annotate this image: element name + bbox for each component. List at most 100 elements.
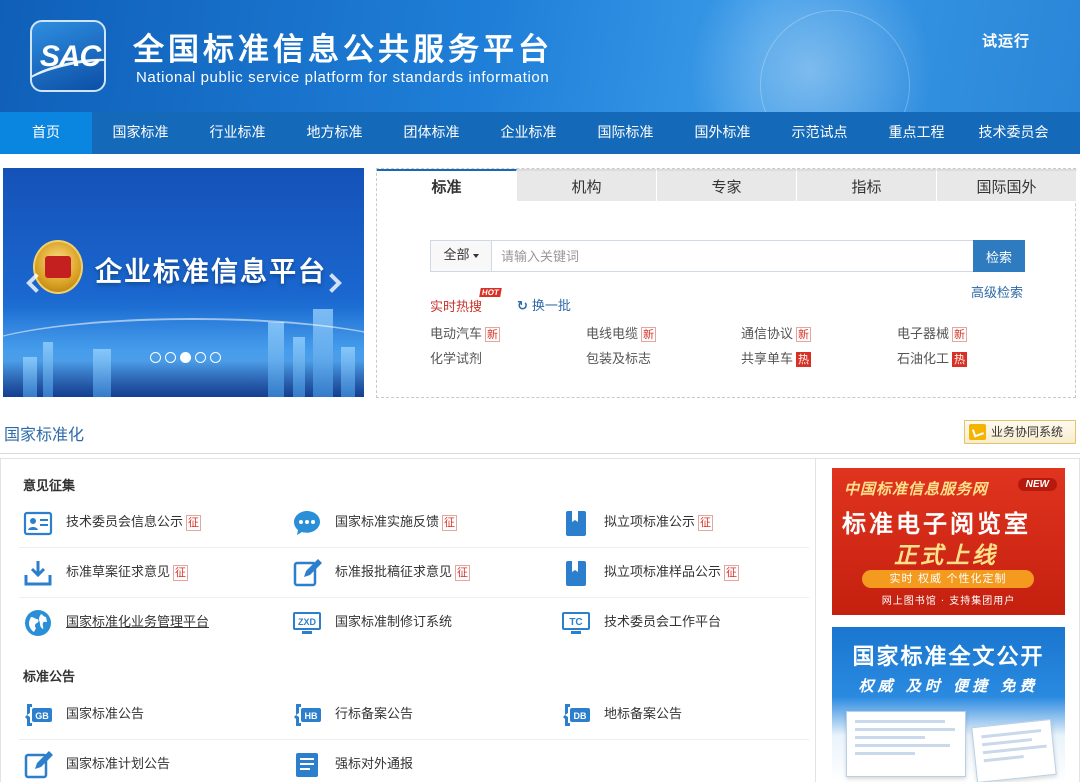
link-label: 国家标准公告 [66, 707, 145, 722]
link-wto-notice[interactable]: 强标对外通报 [292, 750, 413, 780]
group-title-opinion: 意见征集 [23, 479, 76, 494]
link-label: 强标对外通报 [335, 757, 414, 772]
hot-item[interactable]: 电子器械新 [897, 323, 968, 342]
nav-item-foreign[interactable]: 国外标准 [674, 112, 771, 154]
link-hb-notice[interactable]: HB 行标备案公告 [292, 700, 413, 730]
link-tc-platform[interactable]: TC 技术委员会工作平台 [561, 608, 721, 638]
carousel-dots [150, 352, 221, 363]
advanced-search-link[interactable]: 高级检索 [971, 282, 1023, 301]
hot-item[interactable]: 石油化工热 [897, 348, 968, 367]
svg-text:HB: HB [305, 711, 318, 721]
link-approval-opinion[interactable]: 标准报批稿征求意见征 [292, 558, 471, 588]
ad-reader-pill: 实时 权威 个性化定制 [862, 570, 1034, 588]
sac-logo[interactable]: SAC [30, 20, 106, 92]
scope-label: 全部 [443, 248, 470, 263]
svg-text:TC: TC [569, 617, 582, 628]
refresh-icon: ↻ [517, 299, 528, 314]
nav-item-enterprise[interactable]: 企业标准 [480, 112, 577, 154]
hot-tag: 热 [796, 352, 812, 367]
solicit-tag: 征 [442, 514, 458, 531]
link-label: 行标备案公告 [335, 707, 414, 722]
new-tag: 新 [952, 327, 968, 342]
hot-item-text: 电线电缆 [586, 327, 639, 342]
hot-item-text: 通信协议 [741, 327, 794, 342]
link-mgmt-platform[interactable]: 国家标准化业务管理平台 [23, 608, 209, 638]
hot-item[interactable]: 包装及标志 [586, 348, 651, 367]
carousel-dot[interactable] [195, 352, 206, 363]
tab-expert[interactable]: 专家 [657, 169, 797, 201]
nav-item-industry[interactable]: 行业标准 [189, 112, 286, 154]
carousel-dot[interactable] [150, 352, 161, 363]
collab-label: 业务协同系统 [991, 425, 1064, 439]
link-db-notice[interactable]: DB 地标备案公告 [561, 700, 682, 730]
tab-standard[interactable]: 标准 [377, 169, 517, 201]
nav-item-pilot[interactable]: 示范试点 [771, 112, 868, 154]
link-label: 国家标准计划公告 [66, 757, 171, 772]
caret-down-icon [472, 253, 479, 258]
ad-fulltext-open[interactable]: 国家标准全文公开 权威 及时 便捷 免费 [832, 627, 1065, 782]
banner-title: 企业标准信息平台 [95, 257, 327, 288]
ad-fulltext-slogan: 权威 及时 便捷 免费 [858, 677, 1039, 695]
ad-e-reading-room[interactable]: 中国标准信息服务网 NEW 标准电子阅览室 正式上线 实时 权威 个性化定制 网… [832, 468, 1065, 615]
trial-label: 试运行 [981, 32, 1030, 50]
tab-indicator[interactable]: 指标 [797, 169, 937, 201]
link-label: 国家标准实施反馈 [335, 515, 440, 530]
ad-reader-top: 中国标准信息服务网 [844, 480, 989, 498]
hot-item[interactable]: 通信协议新 [741, 323, 812, 342]
svg-text:DB: DB [574, 711, 587, 721]
nav-item-home[interactable]: 首页 [0, 112, 92, 154]
hot-item[interactable]: 共享单车热 [741, 348, 812, 367]
hot-badge: HOT [479, 288, 502, 297]
search-button[interactable]: 检索 [973, 240, 1025, 272]
new-tag: 新 [796, 327, 812, 342]
nav-item-national[interactable]: 国家标准 [92, 112, 189, 154]
carousel-dot[interactable] [210, 352, 221, 363]
banner-carousel[interactable]: 企业标准信息平台 [3, 168, 364, 397]
db-doc-icon: DB [563, 704, 590, 726]
section-title: 国家标准化 [4, 425, 85, 444]
nav-item-key-project[interactable]: 重点工程 [868, 112, 965, 154]
tab-international[interactable]: 国际国外 [937, 169, 1077, 201]
link-draft-opinion[interactable]: 标准草案征求意见征 [23, 558, 189, 588]
nav-item-international[interactable]: 国际标准 [577, 112, 674, 154]
link-label: 国家标准化业务管理平台 [66, 615, 210, 630]
link-gb-notice[interactable]: GB 国家标准公告 [23, 700, 144, 730]
search-box: 全部 检索 [430, 240, 1025, 272]
ad-reader-slogan: 正式上线 [894, 542, 998, 569]
link-label: 地标备案公告 [604, 707, 683, 722]
link-sample-notice[interactable]: 拟立项标准样品公示征 [561, 558, 740, 588]
search-scope-select[interactable]: 全部 [431, 241, 492, 271]
solicit-tag: 征 [455, 564, 471, 581]
carousel-dot[interactable] [165, 352, 176, 363]
nav-item-committee[interactable]: 技术委员会 [965, 112, 1062, 154]
collab-system-button[interactable]: 业务协同系统 [964, 420, 1076, 444]
solicit-tag: 征 [173, 564, 189, 581]
link-tc-info[interactable]: 技术委员会信息公示征 [23, 508, 202, 538]
edit-document-icon [24, 751, 53, 779]
nav-item-local[interactable]: 地方标准 [286, 112, 383, 154]
ad-new-badge: NEW [1017, 478, 1057, 491]
link-proposed-project[interactable]: 拟立项标准公示征 [561, 508, 714, 538]
hot-item[interactable]: 化学试剂 [430, 348, 482, 367]
hot-item[interactable]: 电线电缆新 [586, 323, 657, 342]
solicit-tag: 征 [698, 514, 714, 531]
link-feedback[interactable]: 国家标准实施反馈征 [292, 508, 458, 538]
tab-organization[interactable]: 机构 [517, 169, 657, 201]
svg-text:ZXD: ZXD [298, 617, 317, 627]
refresh-button[interactable]: ↻ 换一批 [517, 295, 571, 314]
ad-fulltext-title: 国家标准全文公开 [852, 645, 1045, 670]
link-label: 标准草案征求意见 [66, 565, 171, 580]
search-input[interactable] [495, 241, 973, 271]
ad-document-screenshot [846, 711, 966, 777]
carousel-dot-active[interactable] [180, 352, 191, 363]
new-tag: 新 [641, 327, 657, 342]
link-label: 拟立项标准样品公示 [604, 565, 722, 580]
hot-tag: 热 [952, 352, 968, 367]
link-plan-notice[interactable]: 国家标准计划公告 [23, 750, 170, 780]
link-revision-system[interactable]: ZXD 国家标准制修订系统 [292, 608, 452, 638]
id-card-icon [23, 511, 53, 536]
bookmark-book-icon [566, 561, 586, 586]
site-header: SAC 全国标准信息公共服务平台 National public service… [0, 0, 1080, 112]
hot-item[interactable]: 电动汽车新 [430, 323, 501, 342]
nav-item-group[interactable]: 团体标准 [383, 112, 480, 154]
